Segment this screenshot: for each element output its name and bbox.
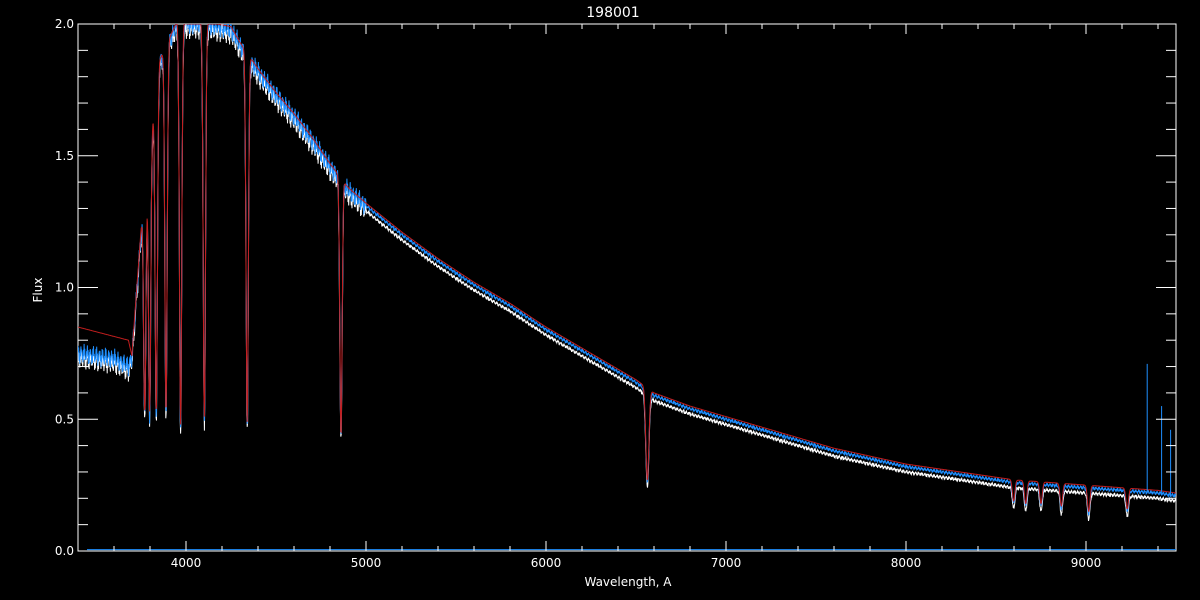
- y-tick-label: 2.0: [55, 17, 74, 31]
- y-tick-label: 0.5: [55, 412, 74, 426]
- spectrum-chart: 4000 5000 6000 7000 8000 90000.00.51.01.52.0 …: [31, 5, 1177, 589]
- x-tick-label: 5000: [351, 556, 382, 570]
- series-layer: [78, 24, 1176, 551]
- plot-frame: [77, 23, 1177, 552]
- spectrum-series-0: [78, 24, 1176, 522]
- tick-labels: 4000 5000 6000 7000 8000 9000 0.0 0.5 1.0 1.5 2.0: [55, 17, 1101, 570]
- spectrum-series-1: [78, 24, 1176, 516]
- y-tick-label: 1.5: [55, 149, 74, 163]
- x-tick-label: 7000: [711, 556, 742, 570]
- axis-ticks: [77, 23, 1176, 552]
- x-tick-label: 6000: [531, 556, 562, 570]
- y-tick-label: 1.0: [55, 281, 74, 295]
- x-axis-title: Wavelength, A: [584, 575, 672, 589]
- spectrum-series-2: [78, 24, 1176, 512]
- plot-border: [77, 23, 1177, 552]
- chart-title: 198001: [586, 5, 639, 21]
- y-axis-title: Flux: [31, 278, 45, 303]
- y-tick-label: 0.0: [55, 544, 74, 558]
- x-tick-label: 9000: [1071, 556, 1102, 570]
- x-tick-label: 4000: [171, 556, 202, 570]
- x-tick-label: 8000: [891, 556, 922, 570]
